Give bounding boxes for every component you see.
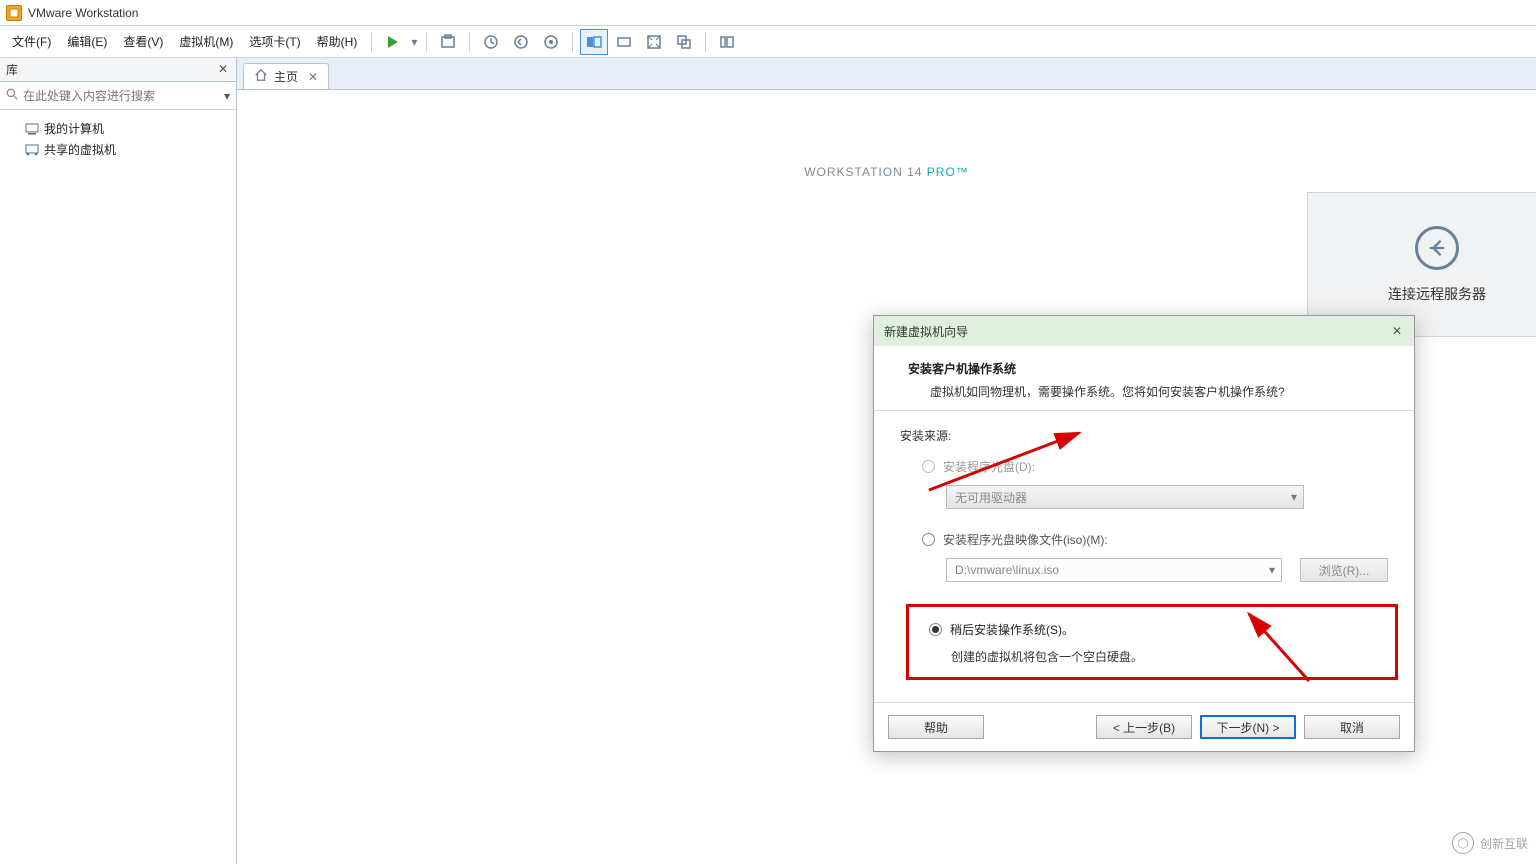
tab-close-button[interactable]: ✕ (308, 70, 318, 84)
radio-install-later[interactable]: 稍后安装操作系统(S)。 (929, 621, 1381, 638)
radio-label: 稍后安装操作系统(S)。 (950, 621, 1074, 638)
view-library-button[interactable] (713, 29, 741, 55)
menu-tabs[interactable]: 选项卡(T) (241, 29, 308, 54)
play-dropdown[interactable]: ▾ (408, 35, 420, 49)
dialog-subheading: 虚拟机如同物理机，需要操作系统。您将如何安装客户机操作系统? (908, 383, 1394, 400)
radio-label: 安装程序光盘(D): (943, 458, 1035, 475)
home-icon (254, 68, 268, 85)
screenshot-button[interactable] (434, 29, 462, 55)
computer-icon (24, 122, 40, 136)
dialog-footer: 帮助 < 上一步(B) 下一步(N) > 取消 (874, 702, 1414, 751)
watermark: ◯ 创新互联 (1452, 832, 1528, 854)
radio-label: 安装程序光盘映像文件(iso)(M): (943, 531, 1108, 548)
toolbar-separator (469, 32, 470, 52)
back-button[interactable]: < 上一步(B) (1096, 715, 1192, 739)
dialog-header: 安装客户机操作系统 虚拟机如同物理机，需要操作系统。您将如何安装客户机操作系统? (874, 346, 1414, 411)
disc-drive-combo[interactable]: 无可用驱动器 ▾ (946, 485, 1304, 509)
content: WORKSTATION 14 PRO™ 连接远程服务器 新建虚拟机向导 ✕ 安装… (237, 90, 1536, 864)
library-header: 库 ✕ (0, 58, 236, 82)
tab-home[interactable]: 主页 ✕ (243, 63, 329, 89)
search-icon (6, 88, 19, 104)
iso-path-input[interactable]: D:\vmware\linux.iso ▾ (946, 558, 1282, 582)
toolbar-separator (705, 32, 706, 52)
tree-item-my-computer[interactable]: 我的计算机 (4, 118, 232, 139)
app-icon (6, 5, 22, 21)
branding-text: WORKSTATION 14 PRO™ (804, 150, 969, 184)
watermark-icon: ◯ (1452, 832, 1474, 854)
workspace: 库 ✕ ▾ 我的计算机 共享的虚拟机 (0, 58, 1536, 864)
tree-item-label: 我的计算机 (44, 120, 104, 137)
shared-icon (24, 143, 40, 157)
menu-vm[interactable]: 虚拟机(M) (171, 29, 241, 54)
combo-value: 无可用驱动器 (955, 489, 1027, 506)
view-unity-button[interactable] (670, 29, 698, 55)
highlighted-option: 稍后安装操作系统(S)。 创建的虚拟机将包含一个空白硬盘。 (906, 604, 1398, 680)
iso-path-value: D:\vmware\linux.iso (955, 563, 1059, 577)
toolbar-separator (371, 32, 372, 52)
toolbar-separator (572, 32, 573, 52)
radio-icon (922, 533, 935, 546)
view-fullscreen-button[interactable] (640, 29, 668, 55)
window-title: VMware Workstation (28, 6, 138, 20)
snapshot-manager-button[interactable] (537, 29, 565, 55)
library-search-input[interactable] (23, 89, 230, 103)
next-button[interactable]: 下一步(N) > (1200, 715, 1296, 739)
library-title: 库 (6, 61, 18, 78)
browse-button[interactable]: 浏览(R)... (1300, 558, 1388, 582)
menu-file[interactable]: 文件(F) (4, 29, 59, 54)
view-console-button[interactable] (580, 29, 608, 55)
install-source-label: 安装来源: (900, 427, 1388, 444)
tab-label: 主页 (274, 68, 298, 85)
dialog-heading: 安装客户机操作系统 (908, 360, 1394, 377)
new-vm-wizard-dialog: 新建虚拟机向导 ✕ 安装客户机操作系统 虚拟机如同物理机，需要操作系统。您将如何… (873, 315, 1415, 752)
help-button[interactable]: 帮助 (888, 715, 984, 739)
menu-edit[interactable]: 编辑(E) (59, 29, 115, 54)
dialog-close-button[interactable]: ✕ (1388, 322, 1406, 340)
library-panel: 库 ✕ ▾ 我的计算机 共享的虚拟机 (0, 58, 237, 864)
tabbar: 主页 ✕ (237, 58, 1536, 90)
toolbar-separator (426, 32, 427, 52)
menu-help[interactable]: 帮助(H) (309, 29, 366, 54)
menubar: 文件(F) 编辑(E) 查看(V) 虚拟机(M) 选项卡(T) 帮助(H) ▾ (0, 26, 1536, 58)
tree-item-shared-vms[interactable]: 共享的虚拟机 (4, 139, 232, 160)
chevron-down-icon: ▾ (1269, 563, 1275, 577)
view-thumbnail-button[interactable] (610, 29, 638, 55)
library-close-button[interactable]: ✕ (216, 62, 230, 76)
menu-view[interactable]: 查看(V) (115, 29, 171, 54)
dialog-titlebar: 新建虚拟机向导 ✕ (874, 316, 1414, 346)
tile-label: 连接远程服务器 (1388, 284, 1486, 304)
connect-remote-icon (1415, 226, 1459, 270)
main-area: 主页 ✕ WORKSTATION 14 PRO™ 连接远程服务器 新建虚拟机向导… (237, 58, 1536, 864)
dialog-title: 新建虚拟机向导 (884, 323, 968, 340)
library-search: ▾ (0, 82, 236, 110)
tree-item-label: 共享的虚拟机 (44, 141, 116, 158)
iso-row: D:\vmware\linux.iso ▾ 浏览(R)... (946, 558, 1388, 582)
window-titlebar: VMware Workstation (0, 0, 1536, 26)
radio-icon (929, 623, 942, 636)
dialog-body: 安装来源: 安装程序光盘(D): 无可用驱动器 ▾ 安装程序光盘映像文件(iso… (874, 411, 1414, 702)
library-tree: 我的计算机 共享的虚拟机 (0, 110, 236, 168)
snapshot-revert-button[interactable] (507, 29, 535, 55)
radio-icon (922, 460, 935, 473)
search-dropdown[interactable]: ▾ (224, 89, 230, 103)
install-later-desc: 创建的虚拟机将包含一个空白硬盘。 (951, 648, 1381, 665)
watermark-text: 创新互联 (1480, 835, 1528, 852)
cancel-button[interactable]: 取消 (1304, 715, 1400, 739)
play-button[interactable] (379, 29, 407, 55)
radio-installer-disc[interactable]: 安装程序光盘(D): (922, 458, 1388, 475)
radio-iso-file[interactable]: 安装程序光盘映像文件(iso)(M): (922, 531, 1388, 548)
chevron-down-icon: ▾ (1291, 490, 1297, 504)
snapshot-take-button[interactable] (477, 29, 505, 55)
